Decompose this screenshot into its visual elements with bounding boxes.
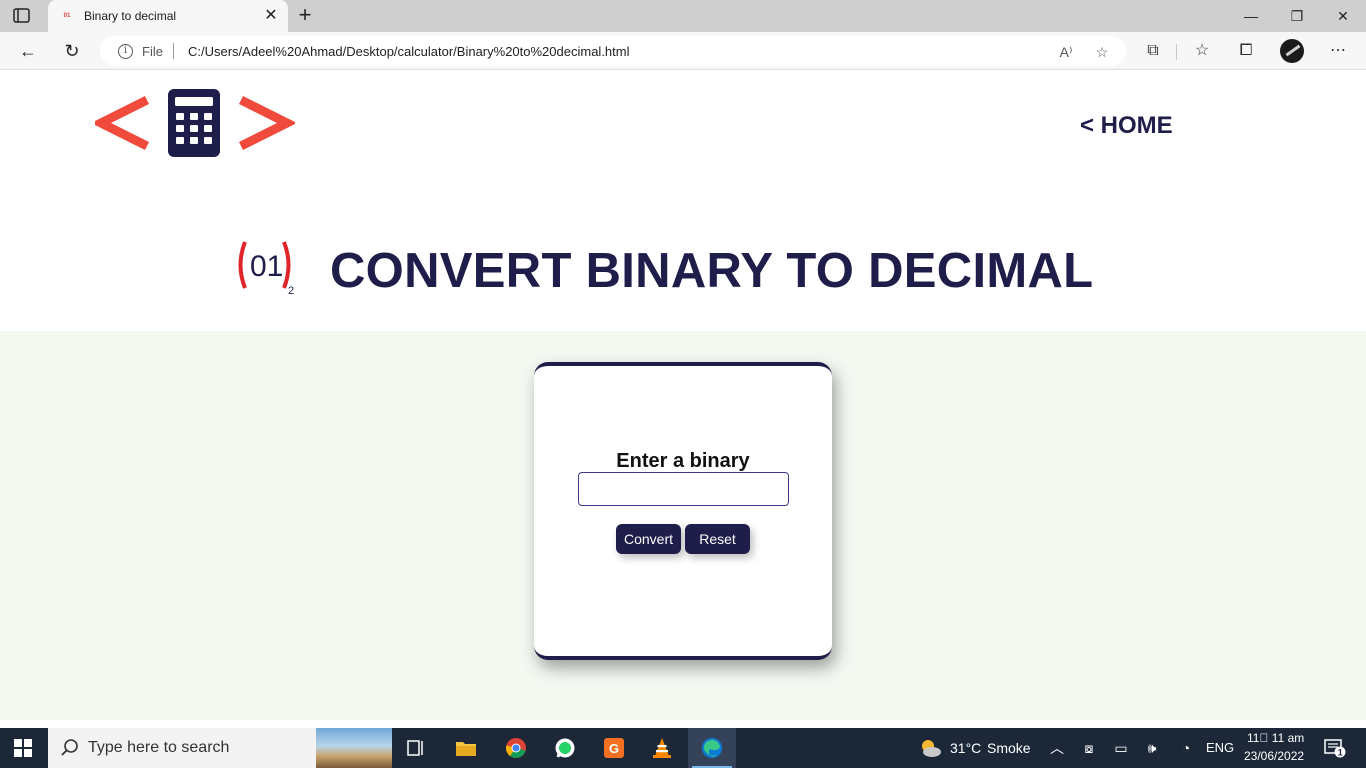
edge-button[interactable] (688, 728, 736, 768)
header-dot: . (684, 124, 685, 128)
binary-input[interactable] (578, 472, 789, 506)
converter-section: Enter a binary Convert Reset (0, 331, 1366, 720)
weather-icon[interactable] (918, 736, 942, 760)
windows-taskbar: Type here to search G 31°C Smoke ︿ ⧇ ▭ 🕪… (0, 728, 1366, 768)
notification-icon[interactable]: 1 (1324, 738, 1346, 758)
converter-card: Enter a binary Convert Reset (534, 362, 832, 660)
profile-avatar[interactable] (1280, 39, 1304, 63)
page-bottom-strip (0, 720, 1366, 728)
clock-time[interactable]: 11  11 am (1247, 731, 1304, 745)
language-indicator[interactable]: ENG (1206, 740, 1234, 755)
back-button[interactable]: ← (16, 39, 40, 63)
chevron-up-icon[interactable]: ︿ (1048, 739, 1066, 757)
toolbar-divider (1176, 44, 1177, 60)
chrome-icon (506, 738, 526, 758)
weather-condition[interactable]: Smoke (987, 740, 1031, 756)
svg-text:G: G (609, 741, 619, 756)
search-icon (61, 739, 78, 756)
page-title: CONVERT BINARY TO DECIMAL (330, 244, 1094, 298)
title-section: 01 2 CONVERT BINARY TO DECIMAL (0, 180, 1366, 331)
refresh-button[interactable]: ↻ (60, 39, 84, 63)
collections-icon[interactable]: ⧠ (1234, 39, 1258, 63)
windows-start-icon[interactable] (14, 739, 32, 757)
vlc-icon (653, 738, 671, 758)
folder-icon (456, 742, 476, 756)
binary-input-label: Enter a binary (616, 450, 750, 472)
address-bar[interactable]: i File C:/Users/Adeel%20Ahmad/Desktop/ca… (100, 36, 1126, 66)
foxit-pdf-button[interactable]: G (590, 728, 638, 768)
binary-base2-icon: 01 2 (238, 241, 294, 296)
more-menu-icon[interactable]: ⋯ (1326, 39, 1350, 63)
address-divider (173, 43, 174, 59)
url-text[interactable]: C:/Users/Adeel%20Ahmad/Desktop/calculato… (188, 44, 630, 59)
volume-icon[interactable]: 🕪 (1143, 739, 1161, 757)
address-prefix: File (142, 44, 163, 59)
convert-button[interactable]: Convert (616, 524, 681, 554)
search-highlight-image[interactable] (316, 728, 392, 768)
minimize-button[interactable]: — (1228, 4, 1274, 28)
clock-date[interactable]: 23/06/2022 (1244, 749, 1304, 763)
restore-button[interactable]: ❐ (1274, 4, 1320, 28)
chrome-button[interactable] (492, 728, 540, 768)
calculator-logo-icon[interactable] (95, 88, 295, 160)
new-tab-button[interactable]: + (294, 4, 316, 27)
search-placeholder: Type here to search (88, 739, 230, 756)
whatsapp-icon (555, 738, 575, 758)
tab-actions-icon[interactable] (12, 7, 32, 25)
battery-icon[interactable]: ▭ (1112, 739, 1130, 757)
svg-text:01: 01 (250, 250, 283, 283)
add-favorite-icon[interactable]: ☆ (1092, 42, 1112, 62)
close-window-button[interactable]: ✕ (1320, 4, 1366, 28)
tab-title: Binary to decimal (84, 9, 177, 23)
edge-icon (702, 738, 722, 758)
extensions-icon[interactable]: ⧉ (1141, 39, 1165, 63)
site-header: . < HOME (0, 70, 1366, 180)
favicon-icon: 01 (63, 13, 71, 19)
browser-tab[interactable]: 01 Binary to decimal ✕ (48, 0, 288, 32)
whatsapp-button[interactable] (541, 728, 589, 768)
reset-button[interactable]: Reset (685, 524, 750, 554)
task-view-icon (407, 740, 423, 756)
read-aloud-icon[interactable]: A⁾ (1056, 42, 1076, 62)
pdf-reader-icon: G (604, 738, 624, 758)
info-icon[interactable]: i (118, 44, 133, 59)
vlc-button[interactable] (638, 728, 686, 768)
close-tab-icon[interactable]: ✕ (262, 7, 280, 25)
wifi-icon[interactable]: ◔ (1177, 739, 1195, 757)
weather-temperature[interactable]: 31°C (950, 740, 981, 756)
home-link[interactable]: < HOME (1080, 112, 1173, 140)
svg-text:1: 1 (1338, 748, 1343, 758)
meet-now-icon[interactable]: ⧇ (1080, 739, 1098, 757)
favorites-icon[interactable]: ☆ (1190, 39, 1214, 63)
browser-toolbar: ← ↻ i File C:/Users/Adeel%20Ahmad/Deskto… (0, 32, 1366, 70)
taskbar-search[interactable]: Type here to search (48, 728, 392, 768)
file-explorer-button[interactable] (442, 728, 490, 768)
svg-text:2: 2 (288, 285, 294, 296)
browser-tab-strip: 01 Binary to decimal ✕ + — ❐ ✕ (0, 0, 1366, 32)
task-view-button[interactable] (392, 728, 440, 768)
